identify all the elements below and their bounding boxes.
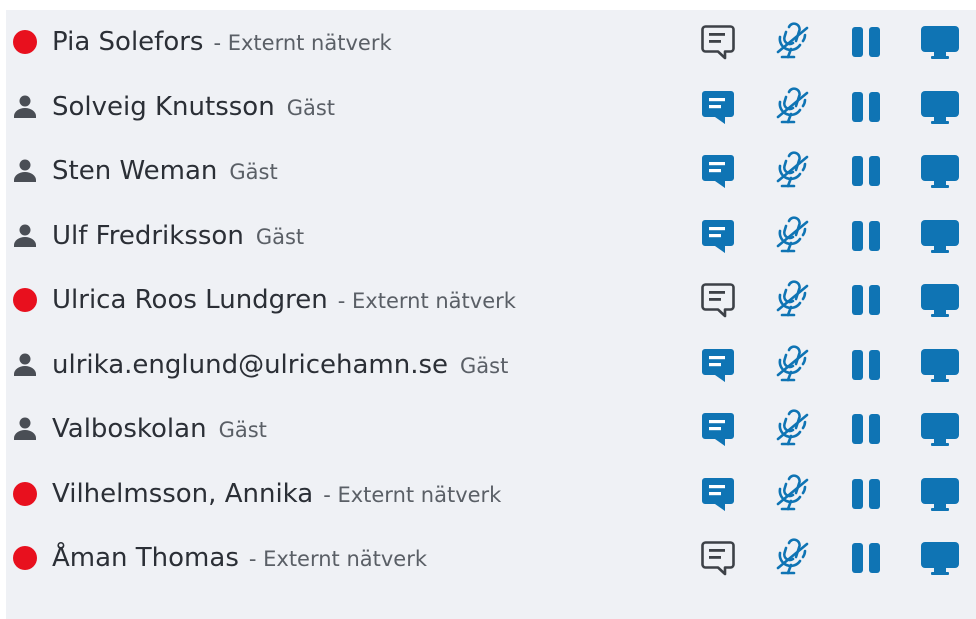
participant-actions: [696, 536, 962, 580]
participant-role: Gäst: [255, 224, 305, 249]
participant-name: Vilhelmsson, Annika - Externt nätverk: [52, 479, 501, 509]
offline-dot-icon: [11, 28, 39, 56]
participant-role: Gäst: [218, 418, 267, 443]
pause-icon[interactable]: [844, 472, 888, 516]
pause-icon[interactable]: [844, 278, 888, 322]
participant-display-name: Ulrica Roos Lundgren: [52, 285, 328, 316]
monitor-icon[interactable]: [918, 149, 962, 193]
pause-icon[interactable]: [844, 407, 888, 451]
monitor-icon[interactable]: [918, 214, 962, 258]
participant-actions: [696, 20, 962, 64]
monitor-icon[interactable]: [918, 20, 962, 64]
participant-role: Gäst: [229, 160, 278, 185]
microphone-muted-icon[interactable]: [770, 85, 814, 129]
person-icon: [11, 93, 39, 121]
participants-panel: Pia Solefors - Externt nätverk Solveig Kn…: [6, 10, 976, 619]
chat-icon[interactable]: [696, 20, 740, 64]
chat-icon[interactable]: [696, 472, 740, 516]
microphone-muted-icon[interactable]: [770, 343, 814, 387]
pause-icon[interactable]: [844, 536, 888, 580]
participant-name: Pia Solefors - Externt nätverk: [52, 27, 392, 57]
participant-role: Gäst: [286, 95, 336, 120]
participant-row[interactable]: Pia Solefors - Externt nätverk: [6, 10, 976, 75]
microphone-muted-icon[interactable]: [770, 407, 814, 451]
offline-dot-icon: [11, 286, 39, 314]
participant-name: Solveig Knutsson Gäst: [52, 92, 335, 122]
microphone-muted-icon[interactable]: [770, 149, 814, 193]
participant-row[interactable]: Solveig Knutsson Gäst: [6, 75, 976, 140]
participant-row[interactable]: ulrika.englund@ulricehamn.se Gäst: [6, 333, 976, 398]
participant-display-name: Valboskolan: [52, 414, 207, 445]
monitor-icon[interactable]: [918, 536, 962, 580]
chat-icon[interactable]: [696, 149, 740, 193]
participant-display-name: Åman Thomas: [52, 543, 239, 574]
microphone-muted-icon[interactable]: [770, 536, 814, 580]
microphone-muted-icon[interactable]: [770, 278, 814, 322]
participant-role: - Externt nätverk: [337, 289, 516, 314]
participant-display-name: Pia Solefors: [52, 27, 204, 58]
microphone-muted-icon[interactable]: [770, 472, 814, 516]
monitor-icon[interactable]: [918, 343, 962, 387]
participant-actions: [696, 149, 962, 193]
offline-dot-icon: [11, 480, 39, 508]
participant-display-name: Vilhelmsson, Annika: [52, 478, 314, 509]
participant-row[interactable]: Valboskolan Gäst: [6, 397, 976, 462]
offline-dot-icon: [11, 544, 39, 572]
participant-role: Gäst: [460, 353, 509, 378]
participant-role: - Externt nätverk: [323, 482, 502, 507]
person-icon: [11, 415, 39, 443]
monitor-icon[interactable]: [918, 407, 962, 451]
participant-row[interactable]: Ulf Fredriksson Gäst: [6, 204, 976, 269]
participant-actions: [696, 278, 962, 322]
microphone-muted-icon[interactable]: [770, 20, 814, 64]
pause-icon[interactable]: [844, 149, 888, 193]
participant-name: Ulf Fredriksson Gäst: [52, 221, 304, 251]
participant-actions: [696, 343, 962, 387]
chat-icon[interactable]: [696, 214, 740, 258]
participant-name: Sten Weman Gäst: [52, 156, 278, 186]
participant-name: Ulrica Roos Lundgren - Externt nätverk: [52, 285, 516, 315]
person-icon: [11, 157, 39, 185]
participant-display-name: Solveig Knutsson: [52, 91, 275, 122]
participant-actions: [696, 85, 962, 129]
monitor-icon[interactable]: [918, 278, 962, 322]
pause-icon[interactable]: [844, 343, 888, 387]
participant-row[interactable]: Vilhelmsson, Annika - Externt nätverk: [6, 462, 976, 527]
participant-display-name: Sten Weman: [52, 156, 218, 187]
monitor-icon[interactable]: [918, 472, 962, 516]
participant-role: - Externt nätverk: [248, 547, 428, 572]
chat-icon[interactable]: [696, 343, 740, 387]
participant-display-name: ulrika.englund@ulricehamn.se: [52, 349, 449, 380]
participant-name: Valboskolan Gäst: [52, 414, 267, 444]
participant-name: Åman Thomas - Externt nätverk: [52, 543, 427, 573]
participant-row[interactable]: Ulrica Roos Lundgren - Externt nätverk: [6, 268, 976, 333]
chat-icon[interactable]: [696, 536, 740, 580]
chat-icon[interactable]: [696, 85, 740, 129]
participant-row[interactable]: Åman Thomas - Externt nätverk: [6, 526, 976, 591]
pause-icon[interactable]: [844, 85, 888, 129]
person-icon: [11, 351, 39, 379]
participant-role: - Externt nätverk: [213, 31, 392, 56]
participant-actions: [696, 472, 962, 516]
participant-list: Pia Solefors - Externt nätverk Solveig Kn…: [6, 10, 976, 591]
monitor-icon[interactable]: [918, 85, 962, 129]
participant-row[interactable]: Sten Weman Gäst: [6, 139, 976, 204]
participant-display-name: Ulf Fredriksson: [52, 220, 244, 251]
participant-actions: [696, 407, 962, 451]
pause-icon[interactable]: [844, 214, 888, 258]
participant-name: ulrika.englund@ulricehamn.se Gäst: [52, 350, 508, 380]
microphone-muted-icon[interactable]: [770, 214, 814, 258]
chat-icon[interactable]: [696, 407, 740, 451]
pause-icon[interactable]: [844, 20, 888, 64]
participant-actions: [696, 214, 962, 258]
chat-icon[interactable]: [696, 278, 740, 322]
person-icon: [11, 222, 39, 250]
